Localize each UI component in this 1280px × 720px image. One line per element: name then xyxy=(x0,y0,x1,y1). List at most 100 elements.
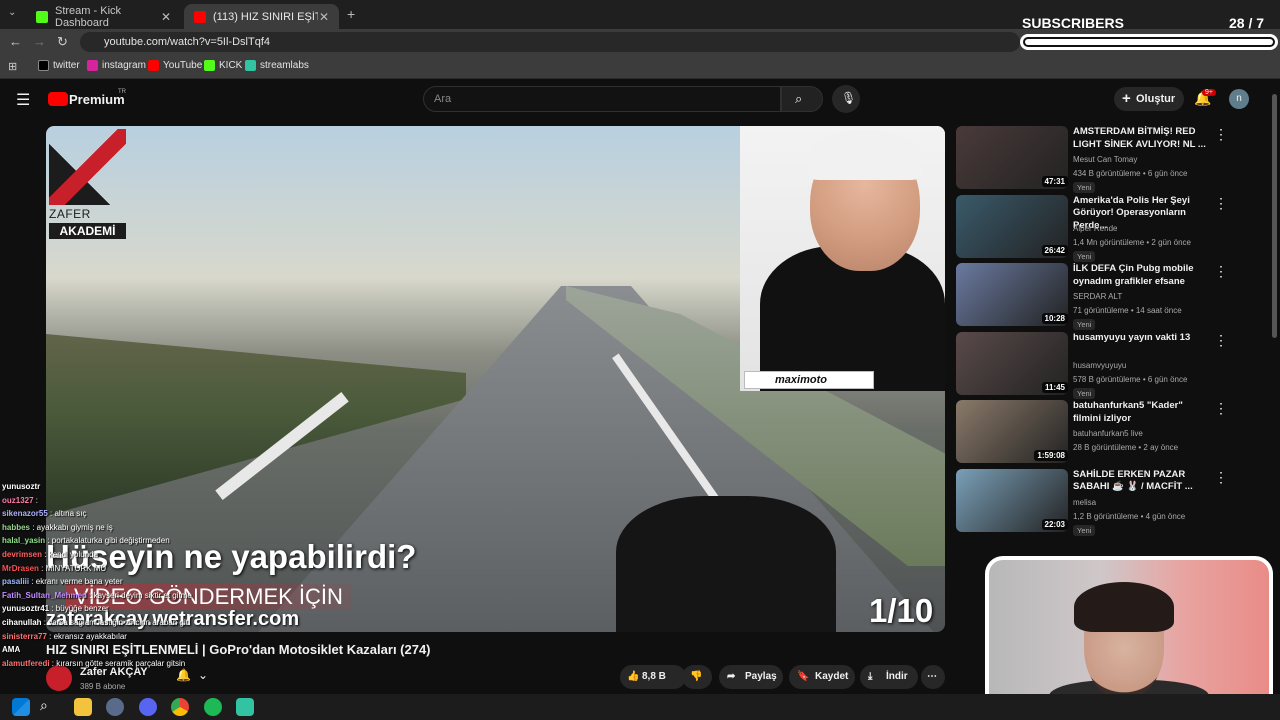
recommended-video[interactable]: husamyuyu yayın vakti 13 husamvyuyuyu 578 … xyxy=(956,331,1266,399)
bookmark-icon: 🔖 xyxy=(797,671,810,682)
channel-avatar[interactable] xyxy=(46,665,72,691)
share-icon: ➦ xyxy=(727,671,736,682)
bookmark-twitter[interactable]: twitter xyxy=(38,60,80,71)
youtube-icon xyxy=(148,60,159,71)
video-player[interactable]: ZAFER AKÇAY AKADEMİ maximoto Hüseyin ne … xyxy=(46,126,945,632)
recommended-video-channel: husamvyuyuyu xyxy=(1073,360,1127,370)
recommended-video[interactable]: batuhanfurkan5 "Kader" filmini izliyor ba… xyxy=(956,400,1266,464)
url-field[interactable]: youtube.com/watch?v=5Il-DslTqf4 xyxy=(80,32,1020,52)
file-explorer-icon[interactable] xyxy=(74,698,92,716)
thumbs-up-icon: 👍 xyxy=(627,671,640,682)
menu-icon[interactable]: ☰ xyxy=(16,90,30,110)
voice-search-button[interactable]: 🎙 xyxy=(832,85,860,113)
reload-icon[interactable]: ↻ xyxy=(57,34,68,50)
video-motorcycle xyxy=(616,496,836,632)
youtube-icon xyxy=(194,10,206,23)
more-options-icon[interactable]: ⋮ xyxy=(1214,195,1228,212)
streamer-hair xyxy=(1074,582,1174,632)
app-icon[interactable] xyxy=(106,698,124,716)
video-title: HIZ SINIRI EŞİTLENMELİ | GoPro'dan Motos… xyxy=(46,642,431,657)
chat-text: : kendi yolunda xyxy=(42,550,99,559)
bookmark-instagram[interactable]: instagram xyxy=(87,60,146,71)
bookmark-streamlabs[interactable]: streamlabs xyxy=(245,60,309,71)
account-avatar[interactable]: n xyxy=(1229,89,1249,109)
chat-username: Fatih_Sultan_Mehmed xyxy=(2,590,87,600)
chat-username: pasaliii xyxy=(2,577,30,587)
channel-watermark-logo: ZAFER AKÇAY AKADEMİ xyxy=(49,129,126,239)
forward-icon[interactable]: → xyxy=(33,34,46,49)
start-icon[interactable] xyxy=(12,698,30,716)
streamer-webcam xyxy=(985,556,1273,714)
chat-text: : MİNYATÜRK MÜ xyxy=(38,563,107,573)
discord-icon[interactable] xyxy=(139,698,157,716)
recommended-video-channel: batuhanfurkan5 live xyxy=(1073,429,1143,438)
thumbs-down-icon: 👎 xyxy=(690,671,703,682)
more-options-icon[interactable]: ⋮ xyxy=(1214,400,1228,417)
chat-text: : kırarsın götte seramik parçalar gitsin xyxy=(49,658,186,668)
chat-username: sikenazor55 xyxy=(2,509,48,519)
chat-message: Fatih_Sultan_Mehmed : kayseri deyim sikt… xyxy=(2,591,192,600)
page-scrollbar[interactable] xyxy=(1272,94,1277,338)
tab-list-icon[interactable]: ⌄ xyxy=(8,7,16,18)
bookmark-kick[interactable]: KICK xyxy=(204,60,242,71)
tab-title: (113) HIZ SINIRI EŞİTLENMELİ | xyxy=(213,10,318,23)
chat-message: yunusoztr41 : büyüğe benzer xyxy=(2,604,109,613)
taskbar-search-icon[interactable]: ⌕ xyxy=(40,697,48,714)
more-options-icon[interactable]: ⋮ xyxy=(1214,332,1228,349)
recommended-video-title: SAHİLDE ERKEN PAZAR SABAHI ☕ 🐰 / MACFİT … xyxy=(1073,468,1193,493)
chat-username: AMA xyxy=(2,645,21,655)
subscribers-label: SUBSCRIBERS xyxy=(1022,15,1124,31)
chat-message: MrDrasen : MİNYATÜRK MÜ xyxy=(2,564,106,573)
bookmarks-bar: ⊞ twitter instagram YouTube KICK streaml… xyxy=(0,55,1280,79)
recommended-video[interactable]: İLK DEFA Çin Pubg mobile oynadım grafikl… xyxy=(956,263,1266,330)
chevron-down-icon[interactable]: ⌄ xyxy=(198,668,208,682)
tab-kick-dashboard[interactable]: Stream - Kick Dashboard ✕ xyxy=(26,4,181,29)
chrome-icon[interactable] xyxy=(171,698,189,716)
more-icon: ⋯ xyxy=(927,671,937,682)
recommended-video[interactable]: AMSTERDAM BİTMİŞ! RED LIGHT SİNEK AVLIYO… xyxy=(956,126,1266,193)
recommended-video[interactable]: SAHİLDE ERKEN PAZAR SABAHI ☕ 🐰 / MACFİT … xyxy=(956,468,1266,536)
bookmark-youtube[interactable]: YouTube xyxy=(148,60,202,71)
tab-youtube-video[interactable]: (113) HIZ SINIRI EŞİTLENMELİ | ✕ xyxy=(184,4,339,29)
dislike-button[interactable]: 👎 xyxy=(682,665,712,689)
save-button[interactable]: 🔖 Kaydet xyxy=(789,665,855,689)
more-actions-button[interactable]: ⋯ xyxy=(921,665,945,689)
chat-text: : ayakkabı giymiş ne iş xyxy=(30,522,113,532)
more-options-icon[interactable]: ⋮ xyxy=(1214,469,1228,486)
bell-icon[interactable]: 🔔 xyxy=(176,668,191,682)
like-button[interactable]: 👍 8,8 B xyxy=(620,665,686,689)
video-duration: 22:03 xyxy=(1041,518,1068,530)
chat-message: alamutferedi : kırarsın götte seramik pa… xyxy=(2,659,185,668)
streamlabs-icon xyxy=(245,60,256,71)
taskbar: ⌕ xyxy=(0,694,1280,720)
more-options-icon[interactable]: ⋮ xyxy=(1214,126,1228,143)
chat-username: sinisterra77 xyxy=(2,631,47,641)
spotify-icon[interactable] xyxy=(204,698,222,716)
recommended-video-title: batuhanfurkan5 "Kader" filmini izliyor xyxy=(1073,400,1183,424)
youtube-logo-icon[interactable] xyxy=(48,92,68,106)
new-tab-icon[interactable]: + xyxy=(347,6,355,22)
streamlabs-icon[interactable] xyxy=(236,698,254,716)
chat-username: habbes xyxy=(2,522,31,532)
chat-username: ouz1327 xyxy=(2,495,34,505)
recommended-video[interactable]: Amerika'da Polis Her Şeyi Görüyor! Opera… xyxy=(956,194,1266,262)
close-tab-icon[interactable]: ✕ xyxy=(319,10,329,24)
back-icon[interactable]: ← xyxy=(9,34,22,49)
search-button[interactable]: ⌕ xyxy=(781,86,823,112)
recommended-video-meta: 28 B görüntüleme • 2 ay önce xyxy=(1073,443,1179,452)
chat-message: sinisterra77 : ekransız ayakkabılar xyxy=(2,632,127,641)
create-button[interactable]: + Oluştur xyxy=(1114,87,1184,111)
recommended-video-channel: Alper Rende xyxy=(1073,223,1118,233)
presenter-inset: maximoto xyxy=(740,126,945,391)
plus-icon: + xyxy=(1122,90,1131,107)
share-button[interactable]: ➦ Paylaş xyxy=(719,665,783,689)
more-options-icon[interactable]: ⋮ xyxy=(1214,263,1228,280)
close-tab-icon[interactable]: ✕ xyxy=(161,10,171,24)
youtube-premium-logo[interactable]: Premium xyxy=(69,92,125,107)
chat-text: : portakalaturka gibi değiştirmeden xyxy=(45,536,170,546)
chat-username: yunusoztr xyxy=(2,482,41,491)
download-button[interactable]: ⤓ İndir xyxy=(860,665,918,689)
search-input[interactable]: Ara xyxy=(423,86,781,112)
apps-icon[interactable]: ⊞ xyxy=(8,60,17,73)
subscribers-progress-bar xyxy=(1020,34,1278,50)
